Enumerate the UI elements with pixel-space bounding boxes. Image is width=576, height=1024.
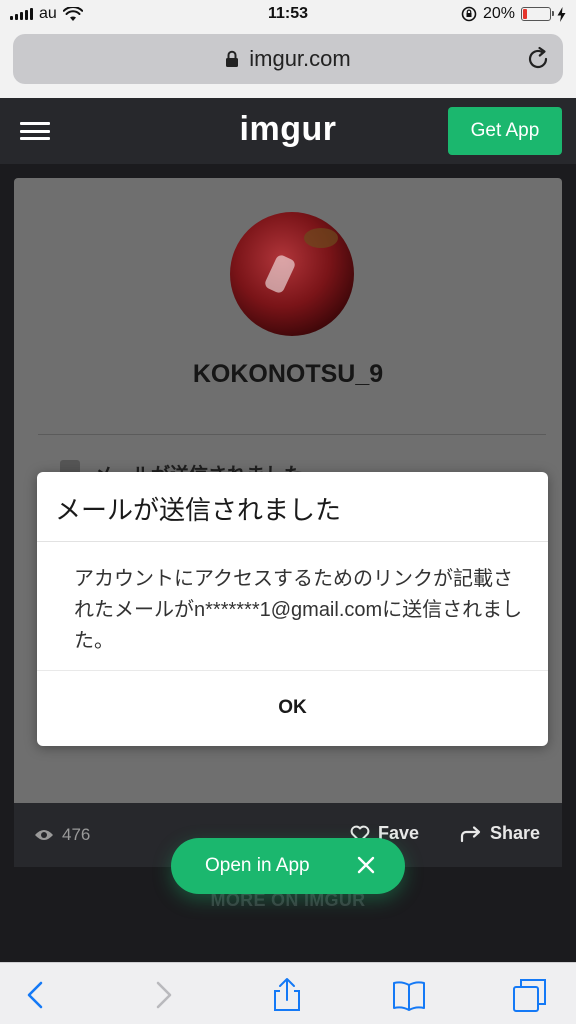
battery-icon: [521, 7, 554, 21]
reload-icon[interactable]: [525, 46, 551, 72]
views-count: 476: [62, 825, 91, 844]
lock-icon: [226, 50, 239, 67]
tabs-icon[interactable]: [512, 977, 548, 1013]
charging-icon: [557, 6, 566, 22]
ok-button[interactable]: OK: [37, 671, 548, 745]
eye-icon: [35, 830, 53, 840]
views-counter: 476: [34, 825, 90, 845]
status-bar: au 11:53 20%: [0, 0, 576, 30]
avatar: [230, 212, 354, 336]
share-label: Share: [490, 823, 541, 843]
bookmarks-icon[interactable]: [391, 977, 427, 1013]
browser-address-area: imgur.com: [0, 30, 576, 98]
orientation-lock-icon: [461, 6, 477, 22]
share-button[interactable]: Share: [460, 823, 540, 844]
share-sheet-icon[interactable]: [269, 977, 305, 1013]
forward-arrow-icon[interactable]: [145, 977, 181, 1013]
address-bar[interactable]: imgur.com: [13, 34, 563, 84]
battery-percent: 20%: [482, 5, 515, 22]
get-app-button[interactable]: Get App: [448, 107, 562, 155]
browser-toolbar: [0, 962, 576, 1024]
dialog-title: メールが送信されました: [55, 495, 342, 525]
close-icon[interactable]: [355, 854, 377, 876]
open-in-app-button[interactable]: Open in App: [171, 838, 405, 894]
status-right: 20%: [461, 5, 566, 23]
back-arrow-icon[interactable]: [18, 977, 54, 1013]
dialog-divider: [37, 541, 548, 542]
open-in-app-label: Open in App: [205, 855, 310, 876]
card-divider: [38, 434, 546, 435]
battery-level: [523, 9, 527, 19]
share-arrow-icon: [460, 825, 481, 842]
site-header: imgur Get App: [0, 98, 576, 164]
email-sent-dialog: メールが送信されました アカウントにアクセスするためのリンクが記載されたメールが…: [37, 472, 548, 746]
profile-username: KOKONOTSU_9: [192, 360, 384, 388]
screen: au 11:53 20% imgur.com imgur Get App KOK…: [0, 0, 576, 1024]
dialog-message: アカウントにアクセスするためのリンクが記載されたメールがn*******1@gm…: [74, 568, 523, 652]
url-text: imgur.com: [249, 46, 351, 71]
